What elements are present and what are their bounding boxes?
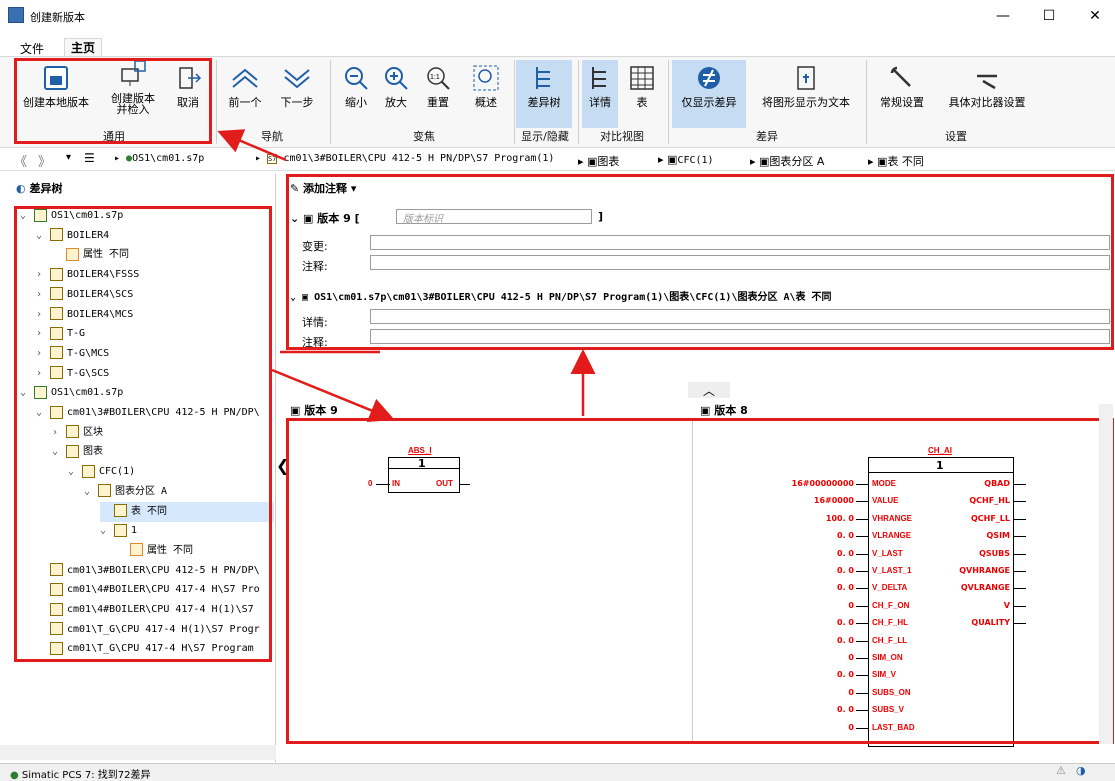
compare-icon: ◑	[1076, 764, 1086, 777]
status-bar	[0, 763, 1115, 781]
annotation-arrows	[217, 129, 596, 423]
status-text: ● Simatic PCS 7: 找到72差异	[10, 770, 151, 781]
warning-icon: ⚠	[1056, 764, 1066, 777]
